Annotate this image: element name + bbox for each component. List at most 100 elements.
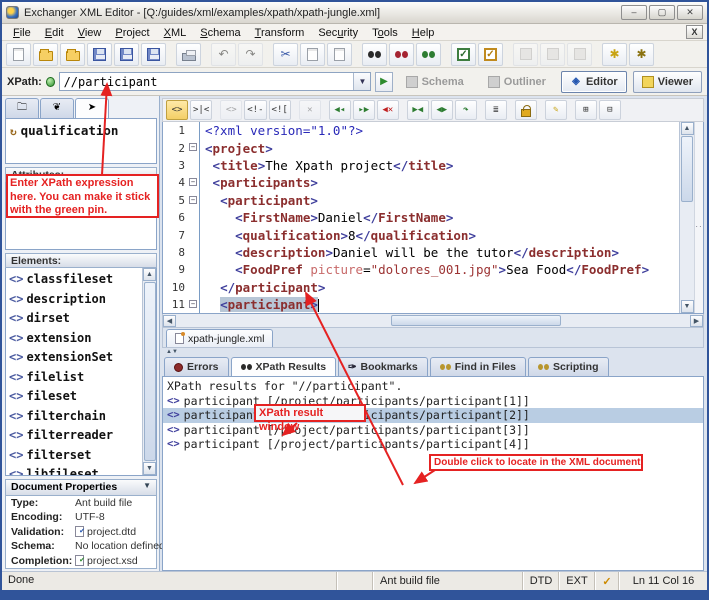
view-button-editor[interactable]: ◈Editor (561, 71, 627, 93)
redo-button[interactable]: ↷ (238, 43, 263, 66)
xpath-result-row[interactable]: <>participant [/project/participants/par… (163, 423, 703, 438)
scroll-down-icon[interactable]: ▼ (143, 462, 156, 475)
tab-errors[interactable]: Errors (164, 357, 229, 376)
code-line-1[interactable]: 1<?xml version="1.0"?> (163, 122, 679, 139)
undo-button[interactable]: ↶ (211, 43, 236, 66)
close-button[interactable]: ✕ (677, 5, 703, 20)
fold-toggle-icon[interactable]: − (189, 300, 197, 308)
code-line-3[interactable]: 3 <title>The Xpath project</title> (163, 157, 679, 174)
tab-find-in-files[interactable]: Find in Files (430, 357, 526, 376)
unlink-button[interactable] (567, 43, 592, 66)
format-button[interactable]: ≣ (485, 100, 507, 120)
menu-xml[interactable]: XML (157, 26, 194, 40)
menu-tools[interactable]: Tools (365, 26, 405, 40)
document-close-button[interactable]: X (686, 25, 703, 39)
code-line-5[interactable]: 5− <participant> (163, 192, 679, 209)
menu-schema[interactable]: Schema (193, 26, 247, 40)
menu-security[interactable]: Security (311, 26, 365, 40)
element-item-extension[interactable]: <>extension (9, 329, 142, 349)
cut-button[interactable]: ✂ (273, 43, 298, 66)
clear-occurrence-button[interactable]: ◀✕ (377, 100, 399, 120)
code-line-10[interactable]: 10 </participant> (163, 279, 679, 296)
expand-node-button[interactable]: ⊞ (575, 100, 597, 120)
xpath-result-row[interactable]: <>participant [/project/participants/par… (163, 394, 703, 409)
element-item-filterchain[interactable]: <>filterchain (9, 407, 142, 427)
xml-code-editor[interactable]: 1<?xml version="1.0"?>2−<project>3 <titl… (163, 122, 679, 313)
menu-project[interactable]: Project (108, 26, 156, 40)
new-file-button[interactable] (6, 43, 31, 66)
element-item-filterset[interactable]: <>filterset (9, 446, 142, 466)
open-from-button[interactable] (60, 43, 85, 66)
tab-bookmarks[interactable]: ✑Bookmarks (338, 357, 428, 376)
editor-vertical-scrollbar[interactable]: ▲ ▼ (679, 122, 694, 313)
xpath-dropdown-icon[interactable]: ▼ (353, 73, 370, 90)
element-item-filterreader[interactable]: <>filterreader (9, 426, 142, 446)
code-line-6[interactable]: 6 <FirstName>Daniel</FirstName> (163, 209, 679, 226)
chevron-down-icon[interactable]: ▼ (143, 481, 151, 494)
sidebar-history-tab[interactable]: ❦ (40, 98, 74, 118)
goto-parent-button[interactable]: ↷ (455, 100, 477, 120)
save-all-button[interactable] (141, 43, 166, 66)
editor-horizontal-scrollbar[interactable]: ◀ ▶ (162, 314, 704, 328)
code-line-9[interactable]: 9 <FoodPref picture="dolores_001.jpg">Se… (163, 261, 679, 278)
highlight-button[interactable]: ✎ (545, 100, 567, 120)
goto-close-tag-button[interactable]: ◀▶ (431, 100, 453, 120)
save-button[interactable] (87, 43, 112, 66)
view-button-viewer[interactable]: Viewer (633, 71, 702, 93)
element-item-dirset[interactable]: <>dirset (9, 309, 142, 329)
xpath-execute-button[interactable]: ▶ (375, 72, 392, 92)
paste-button[interactable] (327, 43, 352, 66)
scroll-up-icon[interactable]: ▲ (681, 122, 694, 135)
sidebar-navigator-tab[interactable]: ➤ (75, 98, 109, 118)
next-occurrence-button[interactable]: ▸▶ (353, 100, 375, 120)
scroll-thumb[interactable] (681, 136, 693, 202)
element-item-libfileset[interactable]: <>libfileset (9, 465, 142, 475)
empty-tag-button[interactable]: <> (220, 100, 242, 120)
goto-open-tag-button[interactable]: ▶◀ (407, 100, 429, 120)
sync-button[interactable] (513, 43, 538, 66)
options-button[interactable]: ✱ (629, 43, 654, 66)
view-button-schema[interactable]: Schema (397, 71, 473, 93)
document-properties-header[interactable]: Document Properties ▼ (6, 480, 156, 496)
collapse-node-button[interactable]: ⊟ (599, 100, 621, 120)
code-line-8[interactable]: 8 <description>Daniel will be the tutor<… (163, 244, 679, 261)
element-item-filelist[interactable]: <>filelist (9, 368, 142, 388)
copy-button[interactable] (300, 43, 325, 66)
print-button[interactable] (176, 43, 201, 66)
tab-scripting[interactable]: Scripting (528, 357, 609, 376)
menu-edit[interactable]: Edit (38, 26, 71, 40)
view-button-outliner[interactable]: Outliner (479, 71, 555, 93)
scroll-right-icon[interactable]: ▶ (690, 315, 703, 327)
find-in-files-button[interactable] (416, 43, 441, 66)
preferences-button[interactable]: ✱ (602, 43, 627, 66)
fold-toggle-icon[interactable]: − (189, 178, 197, 186)
check-wellformed-button[interactable]: ✓ (451, 43, 476, 66)
scroll-left-icon[interactable]: ◀ (163, 315, 176, 327)
fold-toggle-icon[interactable]: − (189, 143, 197, 151)
tab-xpath-jungle[interactable]: xpath-jungle.xml (166, 329, 273, 347)
attributes-panel[interactable] (5, 182, 157, 250)
code-line-11[interactable]: 11− <participant> (163, 296, 679, 313)
comment-button[interactable]: <!- (244, 100, 266, 120)
split-tag-button[interactable]: >|< (190, 100, 212, 120)
element-item-description[interactable]: <>description (9, 290, 142, 310)
validate-button[interactable]: ✓ (478, 43, 503, 66)
minimize-button[interactable]: – (621, 5, 647, 20)
menu-view[interactable]: View (71, 26, 109, 40)
code-line-7[interactable]: 7 <qualification>8</qualification> (163, 226, 679, 243)
cdata-button[interactable]: <![ (269, 100, 291, 120)
link-button[interactable] (540, 43, 565, 66)
code-line-4[interactable]: 4− <participants> (163, 174, 679, 191)
green-pin-icon[interactable] (46, 77, 55, 87)
remove-tag-button[interactable]: ✕ (299, 100, 321, 120)
selected-element-panel[interactable]: ↻qualification (5, 118, 157, 164)
tab-xpath-results[interactable]: XPath Results (231, 357, 337, 376)
element-item-extensionSet[interactable]: <>extensionSet (9, 348, 142, 368)
save-as-button[interactable] (114, 43, 139, 66)
tag-pair-button[interactable]: <> (166, 100, 188, 120)
find-replace-button[interactable] (389, 43, 414, 66)
scroll-down-icon[interactable]: ▼ (681, 300, 694, 313)
lock-button[interactable] (515, 100, 537, 120)
xpath-result-row[interactable]: <>participant [/project/participants/par… (163, 437, 703, 452)
scroll-up-icon[interactable]: ▲ (143, 268, 156, 281)
